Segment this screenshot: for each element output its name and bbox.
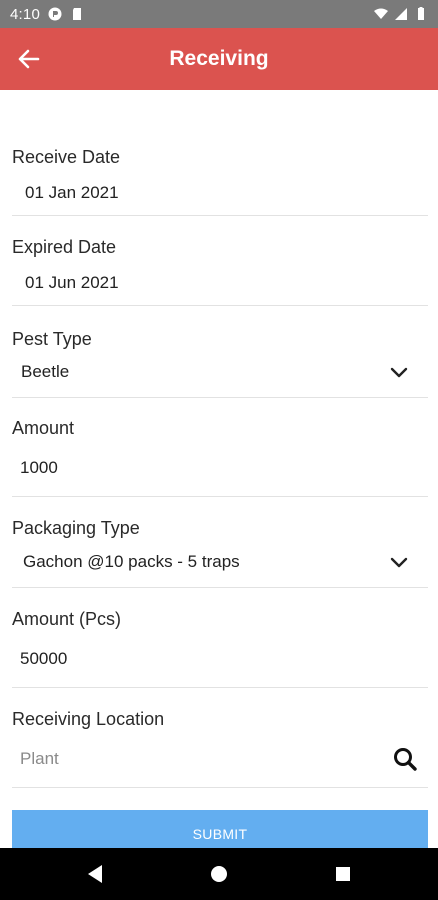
divider [12,305,428,306]
pest-type-label: Pest Type [12,329,92,349]
expired-date-value[interactable]: 01 Jun 2021 [25,273,119,293]
chevron-down-icon[interactable] [390,367,408,379]
chevron-down-icon[interactable] [390,557,408,569]
status-time: 4:10 [10,5,40,23]
divider [12,215,428,216]
expired-date-field[interactable]: Expired Date 01 Jun 2021 [0,230,438,306]
divider [12,496,428,497]
search-icon[interactable] [392,746,418,772]
amount-pcs-input[interactable]: 50000 [20,649,67,669]
receiving-location-label: Receiving Location [12,709,165,729]
app-bar: Receiving [0,28,438,90]
packaging-type-field[interactable]: Packaging Type Gachon @10 packs - 5 trap… [0,510,438,588]
battery-icon [418,7,424,20]
divider [12,587,428,588]
receiving-location-field[interactable]: Receiving Location Plant [0,700,438,788]
amount-label: Amount [12,418,75,438]
nav-home-button[interactable] [207,862,231,886]
divider [12,687,428,688]
recents-square-icon [336,867,350,881]
divider [12,397,428,398]
system-nav-bar [0,848,438,900]
expired-date-label: Expired Date [12,237,117,257]
packaging-type-select[interactable]: Gachon @10 packs - 5 traps [23,552,240,572]
nav-recents-button[interactable] [331,862,355,886]
pest-type-select[interactable]: Beetle [21,362,69,382]
back-triangle-icon [88,865,102,883]
divider [12,787,428,788]
arrow-left-icon [18,49,40,69]
receive-date-field[interactable]: Receive Date 01 Jan 2021 [0,140,438,216]
amount-pcs-field[interactable]: Amount (Pcs) 50000 [0,600,438,688]
amount-field[interactable]: Amount 1000 [0,410,438,497]
amount-pcs-label: Amount (Pcs) [12,609,122,629]
status-bar: 4:10 [0,0,438,28]
receive-date-value[interactable]: 01 Jan 2021 [25,183,119,203]
amount-input[interactable]: 1000 [20,458,58,478]
home-circle-icon [211,866,227,882]
packaging-type-label: Packaging Type [12,518,140,538]
receiving-location-input[interactable]: Plant [20,749,59,769]
nav-back-button[interactable] [83,862,107,886]
app-notification-icon [48,7,62,21]
back-button[interactable] [14,45,44,73]
sd-card-icon [73,8,81,20]
signal-icon [395,8,407,20]
page-title: Receiving [169,47,269,70]
receive-date-label: Receive Date [12,147,121,167]
pest-type-field[interactable]: Pest Type Beetle [0,320,438,398]
wifi-icon [374,8,388,19]
